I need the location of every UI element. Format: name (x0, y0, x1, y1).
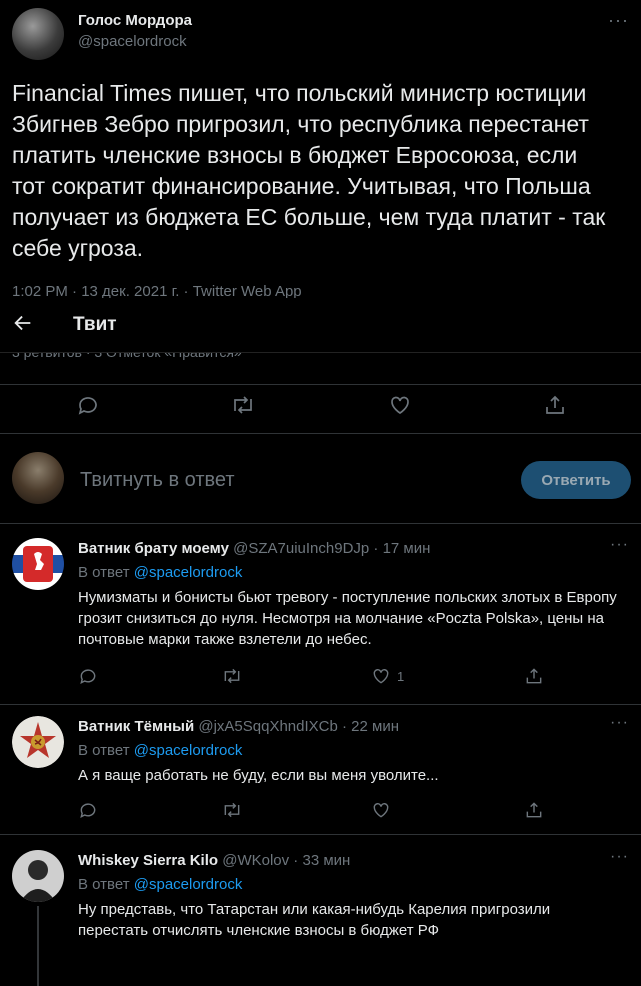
reply-icon[interactable] (78, 658, 98, 694)
reply-text: А я ваще работать не буду, если вы меня … (78, 767, 439, 784)
list-item[interactable]: Whiskey Sierra Kilo @WKolov · 33 мин ···… (0, 836, 641, 986)
replying-to: В ответ @spacelordrock (78, 564, 242, 581)
divider (0, 834, 641, 835)
share-icon[interactable] (524, 658, 544, 694)
author-handle[interactable]: @spacelordrock (78, 33, 192, 50)
replying-to: В ответ @spacelordrock (78, 876, 242, 893)
replying-prefix: В ответ (78, 876, 130, 893)
mention-link[interactable]: @spacelordrock (134, 742, 243, 759)
like-icon[interactable]: 1 (371, 658, 404, 694)
more-options-icon[interactable]: ··· (610, 848, 629, 866)
retweet-icon[interactable] (230, 385, 270, 425)
thread-line (37, 906, 39, 986)
avatar[interactable] (12, 850, 64, 902)
replying-prefix: В ответ (78, 564, 130, 581)
tweet-author[interactable]: Голос Мордора @spacelordrock (12, 8, 192, 60)
reply-actions: 1 (0, 658, 641, 694)
list-item[interactable]: Ватник Тёмный @jxA5SqqXhndIXCb · 22 мин … (0, 702, 641, 834)
reply-handle-time[interactable]: @WKolov · 33 мин (222, 852, 350, 869)
replying-to: В ответ @spacelordrock (78, 742, 242, 759)
list-item[interactable]: Ватник брату моему @SZA7uiuInch9DJp · 17… (0, 524, 641, 704)
page-title: Твит (73, 314, 117, 335)
like-count: 1 (397, 668, 405, 684)
tweet-actions (0, 385, 641, 425)
reply-icon[interactable] (76, 385, 116, 425)
reply-text: Нумизматы и бонисты бьют тревогу - посту… (78, 589, 617, 648)
reply-handle-time[interactable]: @SZA7uiuInch9DJp · 17 мин (233, 540, 430, 557)
reply-author-name[interactable]: Ватник брату моему (78, 540, 229, 557)
reply-button[interactable]: Ответить (521, 461, 631, 499)
tweet-text: Financial Times пишет, что польский мини… (12, 80, 606, 261)
avatar[interactable] (12, 538, 64, 590)
avatar[interactable] (12, 716, 64, 768)
like-icon[interactable] (371, 792, 391, 828)
retweet-icon[interactable] (221, 792, 243, 828)
reply-composer: Твитнуть в ответ Ответить (0, 437, 641, 523)
author-name[interactable]: Голос Мордора (78, 12, 192, 29)
retweet-icon[interactable] (221, 658, 243, 694)
avatar[interactable] (12, 8, 64, 60)
avatar[interactable] (12, 452, 64, 504)
reply-text: Ну представь, что Татарстан или какая-ни… (78, 901, 551, 939)
share-icon[interactable] (543, 385, 583, 425)
reply-icon[interactable] (78, 792, 98, 828)
reply-handle-time[interactable]: @jxA5SqqXhndIXCb · 22 мин (198, 718, 399, 735)
replying-prefix: В ответ (78, 742, 130, 759)
share-icon[interactable] (524, 792, 544, 828)
divider (0, 433, 641, 434)
more-options-icon[interactable]: ··· (610, 536, 629, 554)
mention-link[interactable]: @spacelordrock (134, 876, 243, 893)
reply-actions (0, 792, 641, 828)
mention-link[interactable]: @spacelordrock (134, 564, 243, 581)
more-options-icon[interactable]: ··· (608, 10, 629, 31)
reply-author-name[interactable]: Ватник Тёмный (78, 718, 194, 735)
top-bar: Твит (0, 298, 641, 353)
reply-input[interactable]: Твитнуть в ответ (80, 469, 235, 492)
like-icon[interactable] (388, 385, 428, 425)
arrow-left-icon[interactable] (12, 312, 34, 340)
more-options-icon[interactable]: ··· (610, 714, 629, 732)
reply-author-name[interactable]: Whiskey Sierra Kilo (78, 852, 218, 869)
